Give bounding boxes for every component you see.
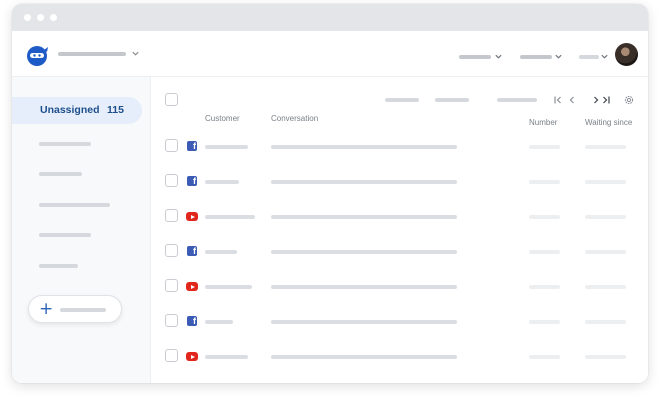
customer-placeholder <box>205 145 248 149</box>
sidebar-item-placeholder[interactable] <box>39 233 91 237</box>
table-row[interactable]: f <box>152 310 648 334</box>
facebook-icon: f <box>187 141 197 151</box>
column-header-conversation[interactable]: Conversation <box>271 114 318 123</box>
title-bar <box>12 4 648 31</box>
conversation-list: Customer Conversation Number Waiting sin… <box>152 77 648 383</box>
column-header-number[interactable]: Number <box>529 118 557 127</box>
youtube-icon <box>186 352 198 361</box>
menu-placeholder-3[interactable] <box>579 55 599 59</box>
filter-placeholder-2[interactable] <box>435 98 469 102</box>
waiting-since-placeholder <box>585 285 626 289</box>
window-close-dot[interactable] <box>24 14 31 21</box>
customer-placeholder <box>205 285 252 289</box>
select-all-checkbox[interactable] <box>165 93 178 106</box>
last-page-icon[interactable] <box>601 95 611 105</box>
number-placeholder <box>529 285 560 289</box>
row-checkbox[interactable] <box>165 209 178 222</box>
button-label-placeholder <box>60 308 106 312</box>
column-header-waiting-since[interactable]: Waiting since <box>585 118 632 127</box>
table-row[interactable] <box>152 275 648 299</box>
customer-placeholder <box>205 355 248 359</box>
facebook-icon: f <box>187 316 197 326</box>
window-maximize-dot[interactable] <box>50 14 57 21</box>
window-minimize-dot[interactable] <box>37 14 44 21</box>
row-checkbox[interactable] <box>165 279 178 292</box>
waiting-since-placeholder <box>585 355 626 359</box>
row-checkbox[interactable] <box>165 349 178 362</box>
customer-placeholder <box>205 180 239 184</box>
waiting-since-placeholder <box>585 215 626 219</box>
chevron-down-icon[interactable] <box>554 52 563 61</box>
ninja-logo-icon[interactable] <box>26 44 48 66</box>
plus-icon: + <box>39 299 54 319</box>
table-row[interactable]: f <box>152 135 648 159</box>
chevron-right-icon[interactable] <box>591 95 601 105</box>
app-header <box>12 31 648 77</box>
filter-placeholder-1[interactable] <box>385 98 419 102</box>
sidebar-item-label: Unassigned <box>40 104 100 116</box>
facebook-icon: f <box>187 246 197 256</box>
youtube-icon <box>186 282 198 291</box>
waiting-since-placeholder <box>585 180 626 184</box>
filter-placeholder-3[interactable] <box>497 98 537 102</box>
workspace-name-placeholder[interactable] <box>58 52 126 56</box>
sidebar-item-placeholder[interactable] <box>39 172 82 176</box>
table-row[interactable]: f <box>152 380 648 383</box>
customer-placeholder <box>205 320 233 324</box>
sidebar-item-count: 115 <box>107 104 124 116</box>
table-row[interactable] <box>152 205 648 229</box>
sidebar-item-placeholder[interactable] <box>39 264 78 268</box>
table-row[interactable]: f <box>152 170 648 194</box>
number-placeholder <box>529 180 560 184</box>
new-conversation-button[interactable]: + <box>28 295 122 323</box>
chevron-down-icon[interactable] <box>131 49 140 58</box>
waiting-since-placeholder <box>585 145 626 149</box>
row-checkbox[interactable] <box>165 244 178 257</box>
sidebar-item-placeholder[interactable] <box>39 142 91 146</box>
chevron-down-icon[interactable] <box>600 52 609 61</box>
number-placeholder <box>529 320 560 324</box>
column-header-customer[interactable]: Customer <box>205 114 240 123</box>
number-placeholder <box>529 215 560 219</box>
number-placeholder <box>529 145 560 149</box>
conversation-placeholder <box>271 285 457 289</box>
chevron-down-icon[interactable] <box>494 52 503 61</box>
number-placeholder <box>529 250 560 254</box>
first-page-icon[interactable] <box>553 95 563 105</box>
conversation-placeholder <box>271 355 457 359</box>
conversation-placeholder <box>271 180 457 184</box>
row-checkbox[interactable] <box>165 139 178 152</box>
conversation-placeholder <box>271 320 457 324</box>
chevron-left-icon[interactable] <box>567 95 577 105</box>
waiting-since-placeholder <box>585 320 626 324</box>
sidebar: Unassigned 115 + <box>12 77 151 383</box>
customer-placeholder <box>205 250 237 254</box>
facebook-icon: f <box>187 176 197 186</box>
sidebar-item-placeholder[interactable] <box>39 203 110 207</box>
customer-placeholder <box>205 215 255 219</box>
menu-placeholder-1[interactable] <box>459 55 491 59</box>
conversation-placeholder <box>271 250 457 254</box>
number-placeholder <box>529 355 560 359</box>
table-row[interactable] <box>152 345 648 369</box>
youtube-icon <box>186 212 198 221</box>
app-window: Unassigned 115 + Customer Conversation N… <box>12 4 648 383</box>
row-checkbox[interactable] <box>165 174 178 187</box>
conversation-placeholder <box>271 145 457 149</box>
waiting-since-placeholder <box>585 250 626 254</box>
user-avatar[interactable] <box>615 43 638 66</box>
table-row[interactable]: f <box>152 240 648 264</box>
menu-placeholder-2[interactable] <box>520 55 552 59</box>
gear-icon[interactable] <box>623 94 635 106</box>
conversation-placeholder <box>271 215 457 219</box>
row-checkbox[interactable] <box>165 314 178 327</box>
